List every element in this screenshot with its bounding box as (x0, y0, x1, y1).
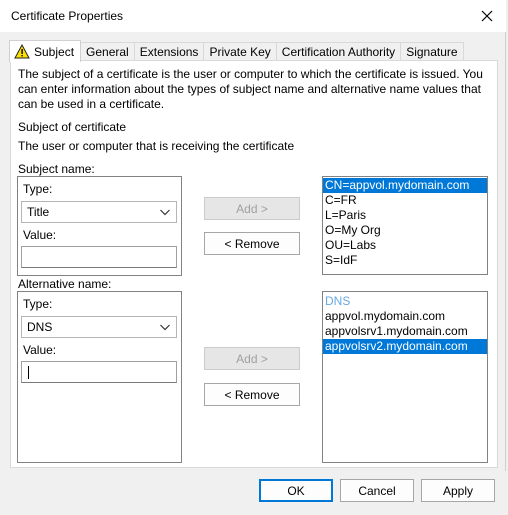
alternative-name-label: Alternative name: (18, 277, 112, 291)
alternative-value-label: Value: (23, 343, 57, 357)
subject-description: The subject of a certificate is the user… (18, 67, 483, 111)
subject-add-button[interactable]: Add > (204, 197, 300, 220)
subject-value-input[interactable] (21, 246, 177, 268)
subject-of-certificate-subtext: The user or computer that is receiving t… (18, 139, 295, 153)
title-bar: Certificate Properties (0, 0, 506, 32)
tab-certification-authority[interactable]: Certification Authority (275, 42, 402, 61)
subject-name-label: Subject name: (18, 162, 95, 176)
subject-list-item[interactable]: O=My Org (323, 223, 487, 238)
subject-name-list[interactable]: CN=appvol.mydomain.com C=FR L=Paris O=My… (322, 176, 488, 275)
subject-of-certificate-heading: Subject of certificate (18, 120, 127, 134)
subject-list-item[interactable]: OU=Labs (323, 238, 487, 253)
tab-strip: Subject General Extensions Private Key C… (9, 40, 464, 62)
tab-private-key[interactable]: Private Key (203, 42, 277, 61)
alternative-type-dropdown[interactable]: DNS (21, 316, 177, 338)
subject-list-item[interactable]: C=FR (323, 193, 487, 208)
tab-subject[interactable]: Subject (9, 40, 82, 62)
chevron-down-icon (160, 209, 170, 216)
alternative-list-item[interactable]: appvolsrv1.mydomain.com (323, 324, 487, 339)
alternative-add-button[interactable]: Add > (204, 347, 300, 370)
subject-value-label: Value: (23, 228, 57, 242)
window-title: Certificate Properties (11, 9, 124, 23)
ok-button[interactable]: OK (259, 479, 333, 502)
apply-button[interactable]: Apply (421, 479, 495, 502)
close-button[interactable] (468, 0, 506, 32)
close-icon (481, 10, 493, 22)
subject-list-item[interactable]: L=Paris (323, 208, 487, 223)
alternative-list-item[interactable]: appvolsrv2.mydomain.com (323, 339, 487, 354)
subject-type-value: Title (27, 205, 50, 219)
subject-list-item[interactable]: S=IdF (323, 253, 487, 268)
alternative-list-header: DNS (325, 294, 351, 308)
alternative-type-label: Type: (23, 297, 53, 311)
tab-subject-label: Subject (34, 44, 75, 59)
alternative-remove-button[interactable]: < Remove (204, 383, 300, 406)
text-caret (28, 366, 29, 379)
alternative-value-input[interactable] (21, 361, 177, 383)
tab-signature[interactable]: Signature (400, 42, 464, 61)
tab-general[interactable]: General (80, 42, 135, 61)
certificate-properties-dialog: Certificate Properties Subject General E… (0, 0, 506, 513)
alternative-list-item[interactable]: appvol.mydomain.com (323, 309, 487, 324)
subject-type-dropdown[interactable]: Title (21, 201, 177, 223)
alternative-type-value: DNS (27, 320, 53, 334)
subject-type-label: Type: (23, 182, 53, 196)
alternative-name-list[interactable]: DNS appvol.mydomain.com appvolsrv1.mydom… (322, 291, 488, 463)
warning-icon (14, 44, 30, 59)
tab-extensions[interactable]: Extensions (133, 42, 205, 61)
cancel-button[interactable]: Cancel (340, 479, 414, 502)
subject-remove-button[interactable]: < Remove (204, 232, 300, 255)
chevron-down-icon (160, 324, 170, 331)
subject-list-item[interactable]: CN=appvol.mydomain.com (323, 178, 487, 193)
